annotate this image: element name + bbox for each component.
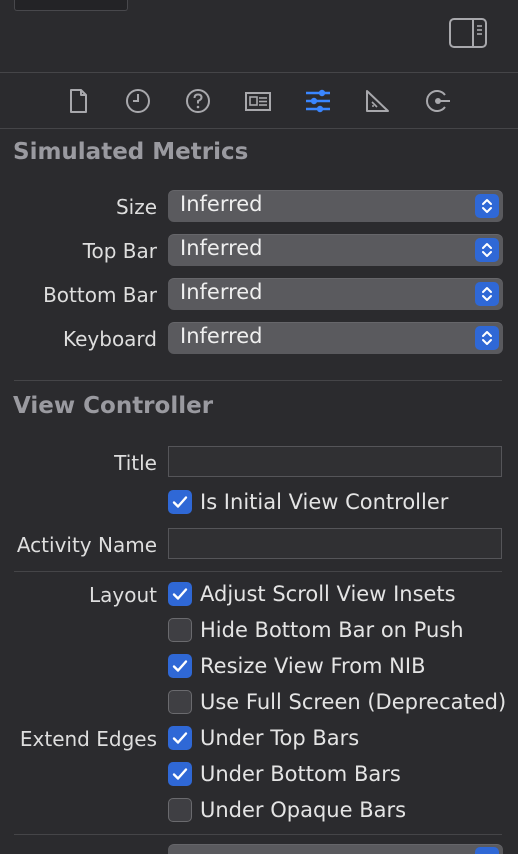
under-opaque-bars-label: Under Opaque Bars <box>200 798 407 822</box>
title-field[interactable] <box>168 446 502 477</box>
layout-label: Layout <box>89 583 157 607</box>
bottom-bar-value: Inferred <box>180 280 263 304</box>
popup-arrows-icon <box>475 282 499 306</box>
resize-from-nib-checkbox[interactable] <box>168 654 192 678</box>
popup-arrows-icon <box>475 326 499 350</box>
history-icon[interactable] <box>124 87 152 115</box>
extend-edges-label: Extend Edges <box>19 727 157 751</box>
keyboard-popup[interactable]: Inferred <box>168 322 503 354</box>
popup-arrows-icon <box>475 238 499 262</box>
top-bar-popup[interactable]: Inferred <box>168 234 503 266</box>
identity-icon[interactable] <box>244 87 272 115</box>
bottom-bar-label: Bottom Bar <box>43 283 157 307</box>
top-bar-value: Inferred <box>180 236 263 260</box>
hide-bottom-bar-label: Hide Bottom Bar on Push <box>200 618 464 642</box>
popup-arrows-icon <box>475 194 499 218</box>
full-screen-checkbox[interactable] <box>168 690 192 714</box>
under-top-bars-label: Under Top Bars <box>200 726 360 750</box>
simulated-metrics-title: Simulated Metrics <box>13 139 249 165</box>
size-value: Inferred <box>180 192 263 216</box>
connections-icon[interactable] <box>424 87 452 115</box>
section-separator <box>14 571 502 572</box>
under-bottom-bars-checkbox[interactable] <box>168 762 192 786</box>
adjust-scroll-label: Adjust Scroll View Insets <box>200 582 456 606</box>
resize-from-nib-label: Resize View From NIB <box>200 654 426 678</box>
section-separator <box>14 834 502 835</box>
under-top-bars-checkbox[interactable] <box>168 726 192 750</box>
popup-arrows-icon <box>475 847 499 854</box>
keyboard-label: Keyboard <box>62 327 157 351</box>
view-controller-title: View Controller <box>13 393 214 419</box>
under-bottom-bars-label: Under Bottom Bars <box>200 762 401 786</box>
size-popup[interactable]: Inferred <box>168 190 503 222</box>
toolbar-top-separator <box>0 72 518 73</box>
keyboard-value: Inferred <box>180 324 263 348</box>
title-label: Title <box>114 451 157 475</box>
full-screen-label: Use Full Screen (Deprecated) <box>200 690 507 714</box>
help-icon[interactable] <box>184 87 212 115</box>
attributes-icon[interactable] <box>304 87 332 115</box>
sidebar-toggle-icon[interactable] <box>449 18 487 48</box>
is-initial-checkbox[interactable] <box>168 490 192 514</box>
bottom-bar-popup[interactable]: Inferred <box>168 278 503 310</box>
under-opaque-bars-checkbox[interactable] <box>168 798 192 822</box>
top-bar-label: Top Bar <box>82 239 157 263</box>
toolbar-bottom-separator <box>0 128 518 129</box>
size-label: Size <box>115 195 157 219</box>
activity-name-field[interactable] <box>168 528 502 559</box>
size-icon[interactable] <box>363 87 391 115</box>
section-separator <box>14 380 502 381</box>
is-initial-label: Is Initial View Controller <box>200 490 449 514</box>
document-outline-strip <box>14 0 128 11</box>
file-icon[interactable] <box>64 87 92 115</box>
activity-name-label: Activity Name <box>16 533 157 557</box>
adjust-scroll-checkbox[interactable] <box>168 582 192 606</box>
transition-style-popup[interactable] <box>168 844 503 854</box>
hide-bottom-bar-checkbox[interactable] <box>168 618 192 642</box>
